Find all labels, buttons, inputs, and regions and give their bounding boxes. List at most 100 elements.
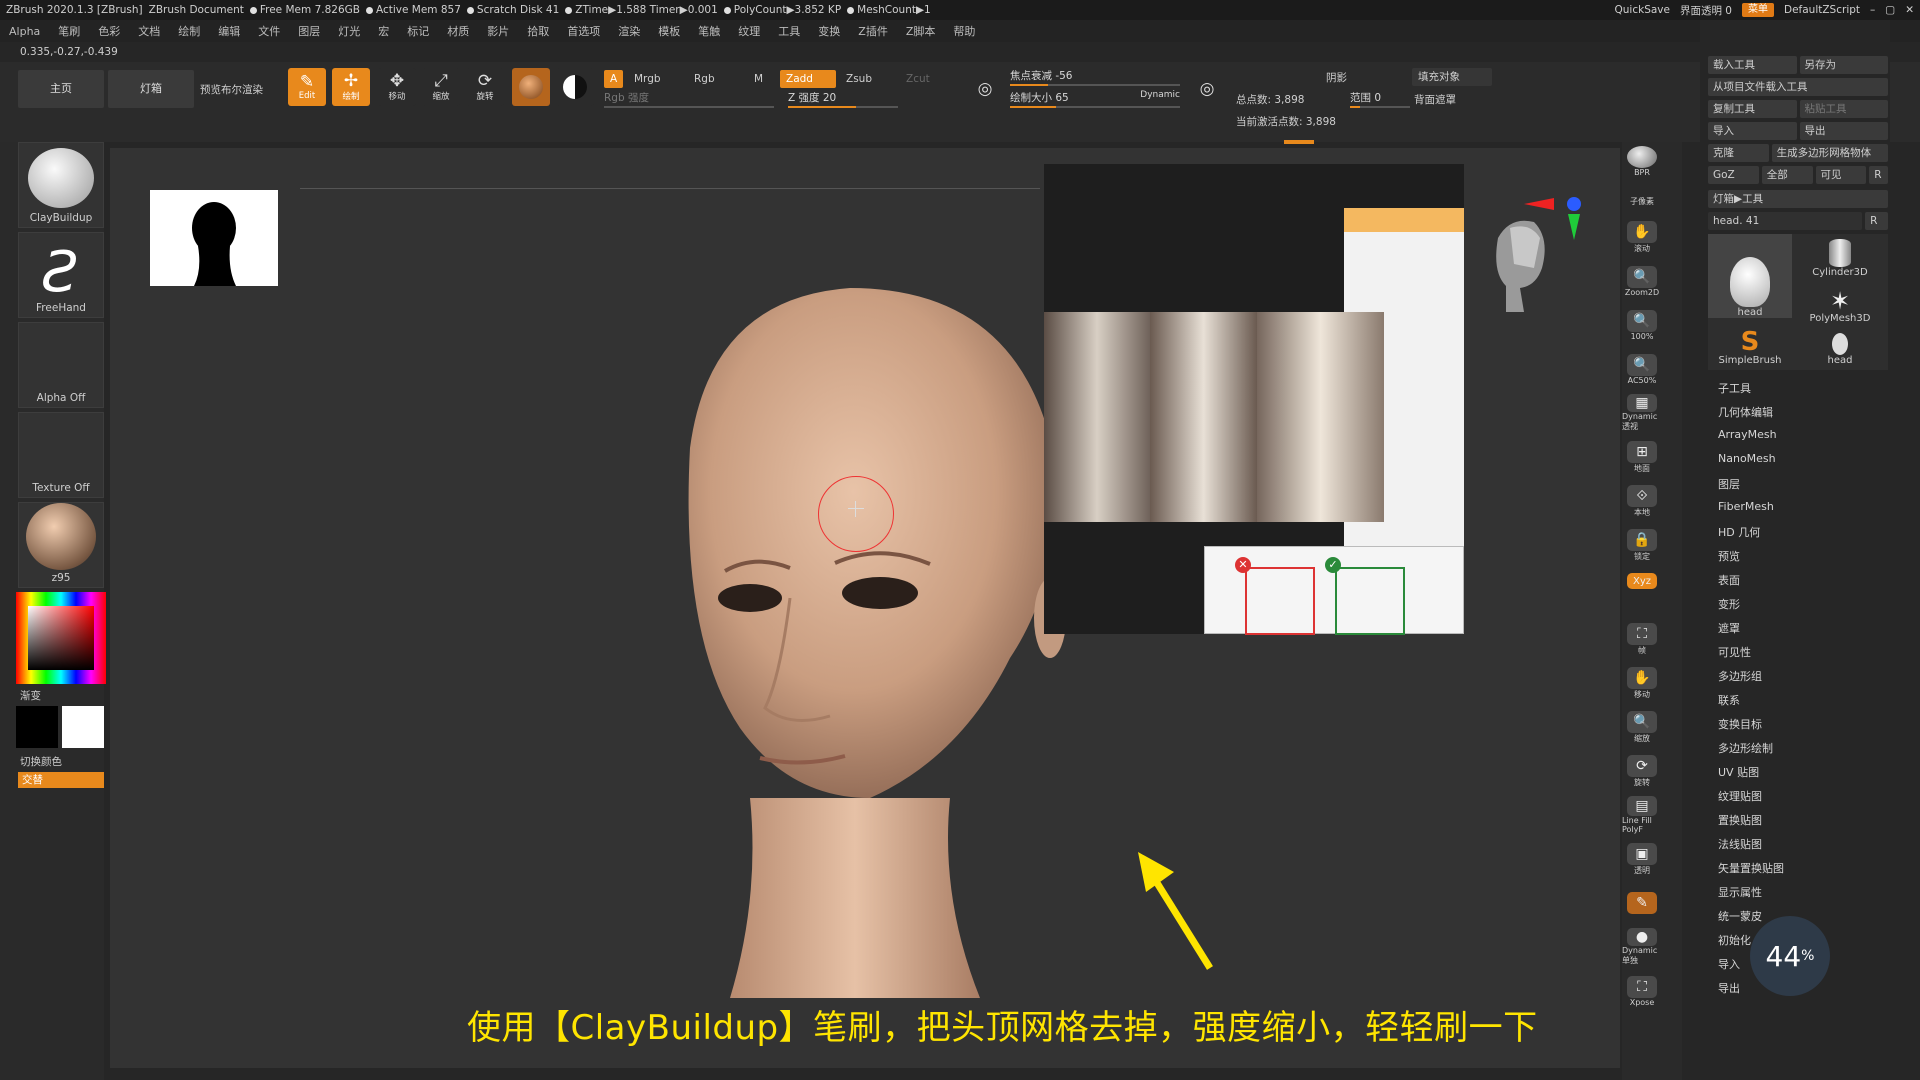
menu-displacement-map[interactable]: 置换贴图 xyxy=(1718,812,1762,828)
menu-subtool[interactable]: 子工具 xyxy=(1718,380,1751,396)
menu-zscript[interactable]: Z脚本 xyxy=(897,23,945,39)
perspective-button[interactable]: ▦ Dynamic 透视 xyxy=(1622,394,1662,432)
stroke-selector[interactable]: Ꙅ FreeHand xyxy=(18,232,104,318)
menu-texture-map[interactable]: 纹理贴图 xyxy=(1718,788,1762,804)
mrgb-toggle[interactable]: Mrgb xyxy=(628,70,667,88)
menu-help[interactable]: 帮助 xyxy=(944,23,984,39)
subpixel-button[interactable]: 子像素 xyxy=(1622,182,1662,220)
menu-layer[interactable]: 图层 xyxy=(289,23,329,39)
zcut-toggle[interactable]: Zcut xyxy=(900,70,936,88)
m-toggle[interactable]: M xyxy=(748,70,769,88)
menu-geometry[interactable]: 几何体编辑 xyxy=(1718,404,1773,420)
draw-size-d-button[interactable]: ◎ xyxy=(1188,70,1226,108)
tool-tile-simplebrush[interactable]: S SimpleBrush xyxy=(1708,322,1792,366)
switch-color-button[interactable]: 切换颜色 xyxy=(20,754,62,769)
tool-tile-polymesh3d[interactable]: ✶ PolyMesh3D xyxy=(1798,280,1882,324)
menu-preview[interactable]: 预览 xyxy=(1718,548,1740,564)
menu-brush[interactable]: 笔刷 xyxy=(49,23,89,39)
rgb-toggle[interactable]: Rgb xyxy=(688,70,721,88)
texture-selector[interactable]: Texture Off xyxy=(18,412,104,498)
menu-hd-geometry[interactable]: HD 几何 xyxy=(1718,524,1760,540)
z-intensity-slider[interactable]: Z 强度 20 xyxy=(788,90,898,108)
move-view-button[interactable]: ✋ 移动 xyxy=(1622,664,1662,702)
menu-marker[interactable]: 标记 xyxy=(398,23,438,39)
menu-deformation[interactable]: 变形 xyxy=(1718,596,1740,612)
edit-button[interactable]: ✎ Edit xyxy=(288,68,326,106)
menu-uv-map[interactable]: UV 贴图 xyxy=(1718,764,1759,780)
menu-unified-skin[interactable]: 统一蒙皮 xyxy=(1718,908,1762,924)
menu-stencil[interactable]: 模板 xyxy=(649,23,689,39)
menu-light[interactable]: 灯光 xyxy=(329,23,369,39)
menu-vector-displacement[interactable]: 矢量置换贴图 xyxy=(1718,860,1784,876)
paste-tool-button[interactable]: 粘贴工具 xyxy=(1799,100,1888,118)
rgb-intensity-slider[interactable]: Rgb 强度 xyxy=(604,90,774,108)
rotate-view-button[interactable]: ⟳ 旋转 xyxy=(1622,752,1662,790)
menu-tool[interactable]: 工具 xyxy=(769,23,809,39)
menu-transform[interactable]: 变换 xyxy=(809,23,849,39)
load-from-project-button[interactable]: 从项目文件载入工具 xyxy=(1708,78,1888,96)
menu-movie[interactable]: 影片 xyxy=(478,23,518,39)
a-toggle[interactable]: A xyxy=(604,70,624,88)
menu-macro[interactable]: 宏 xyxy=(369,23,398,39)
goz-button[interactable]: GoZ xyxy=(1708,166,1759,184)
menu-masking[interactable]: 遮罩 xyxy=(1718,620,1740,636)
gradient-label[interactable]: 渐变 xyxy=(20,688,41,703)
actual-size-button[interactable]: 🔍 100% xyxy=(1622,306,1662,344)
alternate-button[interactable]: 交替 xyxy=(18,772,104,788)
focal-shift-slider[interactable]: 焦点衰减 -56 xyxy=(1010,68,1180,86)
lightbox-tools-button[interactable]: 灯箱▶工具 xyxy=(1708,190,1888,208)
brush-selector[interactable]: ClayBuildup xyxy=(18,142,104,228)
make-polymesh-button[interactable]: 生成多边形网格物体 xyxy=(1771,144,1888,162)
home-button[interactable]: 主页 xyxy=(18,70,104,108)
window-maximize-icon[interactable]: ▢ xyxy=(1885,4,1895,16)
rotate-button[interactable]: ⟳ 旋转 xyxy=(466,68,504,106)
lock-button[interactable]: 🔒 锁定 xyxy=(1622,526,1662,564)
window-close-icon[interactable]: ✕ xyxy=(1905,4,1914,16)
canvas-viewport[interactable]: ✕ ✓ xyxy=(110,148,1620,1068)
default-script[interactable]: DefaultZScript xyxy=(1784,4,1860,16)
menu-export[interactable]: 导出 xyxy=(1718,980,1740,996)
tool-tile-head-2[interactable]: head xyxy=(1798,322,1882,366)
menu-draw[interactable]: 绘制 xyxy=(169,23,209,39)
menu-color[interactable]: 色彩 xyxy=(89,23,129,39)
import-button[interactable]: 导入 xyxy=(1708,122,1797,140)
clone-button[interactable]: 克隆 xyxy=(1708,144,1769,162)
polyframe-button[interactable]: ▤ Line Fill PolyF xyxy=(1622,796,1662,834)
secondary-color-swatch[interactable] xyxy=(62,706,104,748)
window-minimize-icon[interactable]: – xyxy=(1870,4,1875,16)
goz-visible-button[interactable]: 可见 xyxy=(1815,166,1867,184)
menu-initialize[interactable]: 初始化 xyxy=(1718,932,1751,948)
ghost-button[interactable]: ✎ xyxy=(1622,884,1662,922)
tool-r-button[interactable]: R xyxy=(1865,212,1888,230)
menu-fibermesh[interactable]: FiberMesh xyxy=(1718,500,1774,513)
load-tool-button[interactable]: 载入工具 xyxy=(1708,56,1797,74)
dynamic-toggle[interactable]: Dynamic xyxy=(1140,90,1180,100)
menu-texture[interactable]: 纹理 xyxy=(729,23,769,39)
menu-material[interactable]: 材质 xyxy=(438,23,478,39)
transparency-slider[interactable]: 界面透明 0 xyxy=(1680,3,1732,18)
quicksave-button[interactable]: QuickSave xyxy=(1615,4,1670,16)
zoom2d-button[interactable]: 🔍 Zoom2D xyxy=(1622,262,1662,300)
menu-edit[interactable]: 编辑 xyxy=(209,23,249,39)
menu-normal-map[interactable]: 法线贴图 xyxy=(1718,836,1762,852)
menu-stroke[interactable]: 笔触 xyxy=(689,23,729,39)
menu-contact[interactable]: 联系 xyxy=(1718,692,1740,708)
menu-display-properties[interactable]: 显示属性 xyxy=(1718,884,1762,900)
menu-zplugin[interactable]: Z插件 xyxy=(849,23,897,39)
material-selector[interactable]: z95 xyxy=(18,502,104,588)
color-picker[interactable] xyxy=(16,592,106,684)
lightbox-button[interactable]: 灯箱 xyxy=(108,70,194,108)
goz-r-button[interactable]: R xyxy=(1869,166,1888,184)
xyz-button[interactable]: Xyz xyxy=(1622,562,1662,600)
tool-tile-head[interactable]: head xyxy=(1708,234,1792,318)
local-button[interactable]: ⟐ 本地 xyxy=(1622,482,1662,520)
menu-polygroups[interactable]: 多边形组 xyxy=(1718,668,1762,684)
tool-tile-cylinder3d[interactable]: Cylinder3D xyxy=(1798,234,1882,278)
menu-import[interactable]: 导入 xyxy=(1718,956,1740,972)
fill-object-button[interactable]: 填充对象 xyxy=(1412,68,1492,86)
bpr-button[interactable]: BPR xyxy=(1622,142,1662,180)
goz-all-button[interactable]: 全部 xyxy=(1761,166,1813,184)
main-color-swatch[interactable] xyxy=(16,706,58,748)
material-sphere-button[interactable] xyxy=(512,68,550,106)
back-mask-toggle[interactable]: 背面遮罩 xyxy=(1414,92,1456,107)
